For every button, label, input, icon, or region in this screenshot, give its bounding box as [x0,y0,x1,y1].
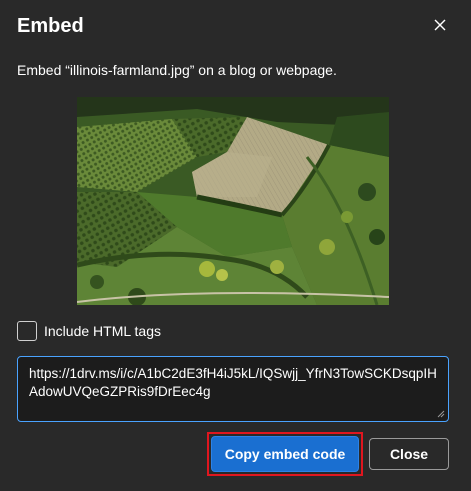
embed-code-field[interactable]: https://1drv.ms/i/c/A1bC2dE3fH4iJ5kL/IQS… [17,356,449,422]
dialog-title: Embed [17,15,84,37]
include-html-label: Include HTML tags [44,323,161,339]
image-preview [77,97,389,305]
dialog-description: Embed “illinois-farmland.jpg” on a blog … [17,62,337,78]
copy-embed-code-button[interactable]: Copy embed code [211,436,359,472]
include-html-checkbox[interactable] [17,321,37,341]
include-html-option[interactable]: Include HTML tags [17,320,161,342]
resize-grip-icon[interactable] [437,410,445,418]
embed-dialog: Embed Embed “illinois-farmland.jpg” on a… [0,0,471,491]
close-button[interactable]: Close [369,438,449,470]
close-icon[interactable] [428,13,452,37]
embed-code-text: https://1drv.ms/i/c/A1bC2dE3fH4iJ5kL/IQS… [29,366,437,399]
